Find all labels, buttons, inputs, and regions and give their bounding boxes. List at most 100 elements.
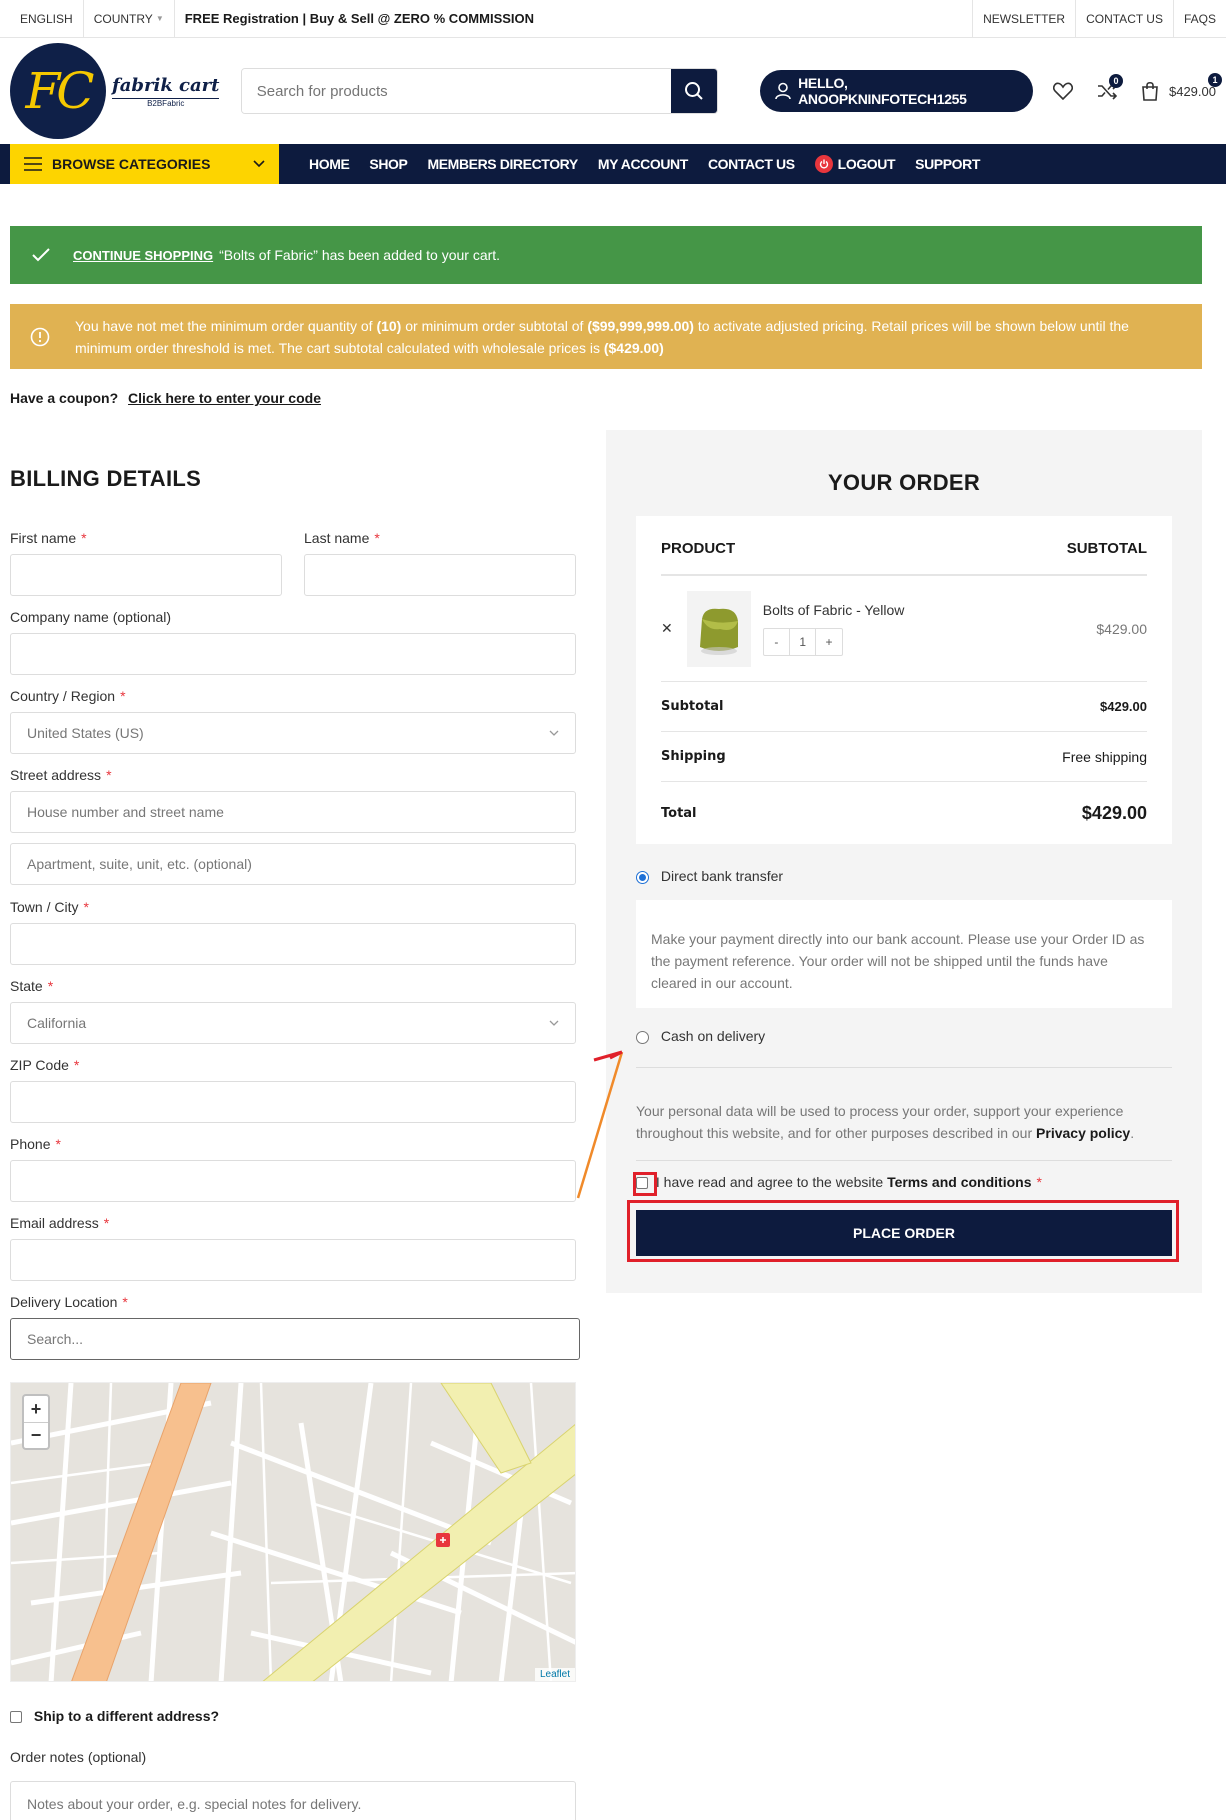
annotation-place-order-highlight — [627, 1200, 1179, 1262]
order-title: YOUR ORDER — [827, 470, 981, 495]
bank-transfer-radio[interactable] — [636, 870, 649, 884]
zoom-out-button[interactable]: − — [24, 1422, 48, 1448]
order-notes-field[interactable]: Notes about your order, e.g. special not… — [10, 1781, 576, 1820]
nav-contact-us[interactable]: CONTACT US — [698, 155, 805, 173]
country-label: Country / Region * — [10, 688, 126, 704]
zip-field[interactable] — [10, 1081, 576, 1123]
logo-tagline: B2BFabric — [112, 97, 220, 108]
shopping-bag-icon — [1142, 81, 1158, 101]
terms-link[interactable]: Terms and conditions — [887, 1174, 1031, 1190]
col-subtotal: SUBTOTAL — [1066, 539, 1147, 557]
hamburger-icon — [24, 157, 42, 171]
chevron-down-icon — [549, 1020, 559, 1026]
zoom-in-button[interactable]: + — [24, 1396, 48, 1422]
info-circle-icon — [30, 327, 50, 346]
state-label: State * — [10, 978, 54, 994]
chevron-down-icon — [549, 730, 559, 736]
delivery-location-search[interactable]: Search... — [10, 1318, 580, 1360]
search-icon — [685, 82, 703, 100]
user-icon — [775, 82, 791, 100]
coupon-prompt: Have a coupon? Click here to enter your … — [10, 390, 321, 406]
faqs-link[interactable]: FAQS — [1172, 0, 1226, 38]
newsletter-link[interactable]: NEWSLETTER — [972, 0, 1075, 38]
search-bar — [240, 68, 719, 114]
zigzag-edge — [606, 426, 1202, 434]
wishlist-button[interactable] — [1052, 82, 1073, 100]
col-product: PRODUCT — [661, 539, 736, 557]
account-button[interactable]: HELLO, ANOOPKNINFOTECH1255 — [760, 70, 1033, 112]
increase-qty-button[interactable]: + — [815, 628, 841, 655]
country-selector[interactable]: COUNTRY ▼ — [84, 0, 175, 38]
first-name-field[interactable] — [10, 554, 282, 596]
delivery-location-label: Delivery Location * — [10, 1294, 128, 1310]
nav-logout[interactable]: LOGOUT — [805, 155, 905, 173]
city-field[interactable] — [10, 923, 576, 965]
site-logo[interactable]: FC fabrik cart B2BFabric — [10, 43, 230, 139]
chevron-down-icon — [253, 160, 265, 168]
order-item-row: ✕ Bolts of Fabric - Yellow - 1 + $429.00 — [661, 576, 1147, 682]
product-name[interactable]: Bolts of Fabric - Yellow — [763, 602, 905, 618]
company-field[interactable] — [10, 633, 576, 675]
nav-shop[interactable]: SHOP — [359, 155, 417, 173]
state-select[interactable]: California — [10, 1002, 576, 1044]
payment-bank-option[interactable]: Direct bank transfer — [636, 868, 1172, 884]
promo-text: FREE Registration | Buy & Sell @ ZERO % … — [184, 11, 535, 26]
enter-coupon-link[interactable]: Click here to enter your code — [128, 390, 321, 406]
contact-us-link[interactable]: CONTACT US — [1075, 0, 1173, 38]
quantity-input[interactable]: 1 — [789, 628, 815, 655]
cash-on-delivery-radio[interactable] — [636, 1030, 649, 1044]
country-select[interactable]: United States (US) — [10, 712, 576, 754]
browse-categories-button[interactable]: BROWSE CATEGORIES — [10, 144, 279, 184]
last-name-field[interactable] — [304, 554, 576, 596]
warning-notice: You have not met the minimum order quant… — [10, 304, 1202, 369]
zip-label: ZIP Code * — [10, 1057, 80, 1073]
total-row: Total $429.00 — [661, 802, 1147, 823]
site-header: FC fabrik cart B2BFabric HELLO, ANOOPKNI… — [0, 38, 1226, 144]
delivery-map[interactable]: + − Leaflet — [10, 1382, 576, 1682]
cart-total: $429.00 — [1168, 83, 1216, 99]
warning-message: You have not met the minimum order quant… — [75, 317, 1129, 356]
street-address-2-field[interactable]: Apartment, suite, unit, etc. (optional) — [10, 843, 576, 885]
compare-button[interactable]: 0 — [1097, 74, 1123, 100]
order-review: YOUR ORDER PRODUCT SUBTOTAL ✕ Bolts of F… — [606, 426, 1202, 1297]
street-label: Street address * — [10, 767, 112, 783]
order-notes-label: Order notes (optional) — [10, 1749, 147, 1765]
billing-title: BILLING DETAILS — [10, 466, 202, 491]
email-label: Email address * — [10, 1215, 110, 1231]
privacy-policy-link[interactable]: Privacy policy — [1036, 1125, 1130, 1141]
bank-transfer-description: Make your payment directly into our bank… — [636, 900, 1172, 1008]
decrease-qty-button[interactable]: - — [764, 629, 789, 655]
continue-shopping-link[interactable]: CONTINUE SHOPPING — [73, 248, 213, 263]
annotation-arrow — [576, 1050, 624, 1199]
terms-row: I have read and agree to the website Ter… — [636, 1174, 1172, 1190]
cart-count-badge: 1 — [1207, 73, 1222, 87]
order-table-header: PRODUCT SUBTOTAL — [661, 516, 1147, 576]
search-input[interactable] — [241, 69, 672, 113]
street-address-field[interactable]: House number and street name — [10, 791, 576, 833]
subtotal-row: Subtotal $429.00 — [661, 682, 1147, 732]
last-name-label: Last name * — [304, 530, 380, 546]
map-tiles — [11, 1383, 575, 1681]
map-attribution[interactable]: Leaflet — [534, 1668, 575, 1681]
remove-item-icon[interactable]: ✕ — [661, 620, 673, 637]
nav-support[interactable]: SUPPORT — [905, 155, 990, 173]
language-selector[interactable]: ENGLISH — [0, 0, 84, 38]
success-message: “Bolts of Fabric” has been added to your… — [219, 247, 501, 263]
first-name-label: First name * — [10, 530, 87, 546]
check-icon — [32, 248, 50, 262]
privacy-notice: Your personal data will be used to proce… — [636, 1100, 1172, 1161]
product-thumbnail[interactable] — [686, 590, 751, 667]
payment-cod-option[interactable]: Cash on delivery — [636, 1028, 1172, 1068]
map-zoom-control: + − — [22, 1394, 50, 1450]
nav-home[interactable]: HOME — [299, 155, 359, 173]
search-button[interactable] — [671, 69, 718, 113]
email-field[interactable] — [10, 1239, 576, 1281]
phone-field[interactable] — [10, 1160, 576, 1202]
ship-different-checkbox[interactable] — [10, 1711, 22, 1724]
nav-members-directory[interactable]: MEMBERS DIRECTORY — [417, 155, 587, 173]
cart-button[interactable]: 1 $429.00 — [1141, 73, 1222, 101]
annotation-terms-highlight — [633, 1172, 657, 1196]
success-notice: CONTINUE SHOPPING “Bolts of Fabric” has … — [10, 226, 1202, 284]
quantity-stepper: - 1 + — [762, 627, 843, 656]
nav-my-account[interactable]: MY ACCOUNT — [588, 155, 698, 173]
